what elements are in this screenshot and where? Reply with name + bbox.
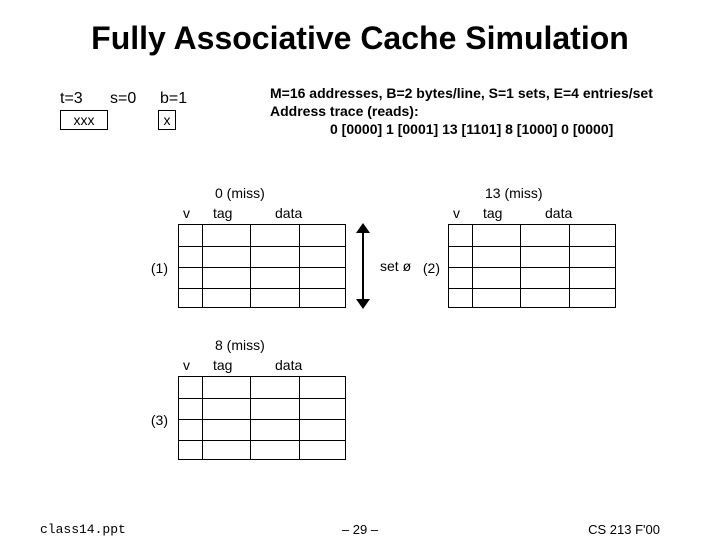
footer-course: CS 213 F'00 [588, 522, 660, 537]
miss-label-1: 0 (miss) [215, 185, 365, 201]
col-header-data: data [545, 205, 572, 221]
t-label: t=3 [60, 90, 110, 108]
config-line-1: M=16 addresses, B=2 bytes/line, S=1 sets… [270, 84, 653, 102]
step-2-number: (2) [412, 260, 440, 276]
t-bits-box: xxx [60, 110, 108, 130]
step-1-number: (1) [140, 260, 168, 276]
b-label: b=1 [160, 90, 200, 108]
cache-diagram-1: 0 (miss) v tag data [178, 224, 346, 308]
col-header-data: data [275, 357, 302, 373]
miss-label-2: 13 (miss) [485, 185, 635, 201]
step-3-number: (3) [140, 412, 168, 428]
col-header-v: v [183, 205, 190, 221]
cache-diagram-2: 13 (miss) v tag data [448, 224, 616, 308]
set-bracket-arrow-1 [356, 223, 372, 309]
b-bits-box: x [158, 110, 176, 130]
miss-label-3: 8 (miss) [215, 337, 365, 353]
col-header-v: v [453, 205, 460, 221]
col-header-tag: tag [213, 205, 232, 221]
config-description: M=16 addresses, B=2 bytes/line, S=1 sets… [270, 84, 653, 139]
address-params: t=3 s=0 b=1 xxxx [60, 90, 200, 130]
s-label: s=0 [110, 90, 160, 108]
config-line-2: Address trace (reads): [270, 102, 653, 120]
col-header-tag: tag [483, 205, 502, 221]
col-header-data: data [275, 205, 302, 221]
col-header-v: v [183, 357, 190, 373]
cache-diagram-3: 8 (miss) v tag data [178, 376, 346, 460]
set-label-1: set ø [380, 258, 411, 274]
col-header-tag: tag [213, 357, 232, 373]
address-trace: 0 [0000] 1 [0001] 13 [1101] 8 [1000] 0 [… [270, 120, 653, 138]
slide-title: Fully Associative Cache Simulation [0, 20, 720, 57]
